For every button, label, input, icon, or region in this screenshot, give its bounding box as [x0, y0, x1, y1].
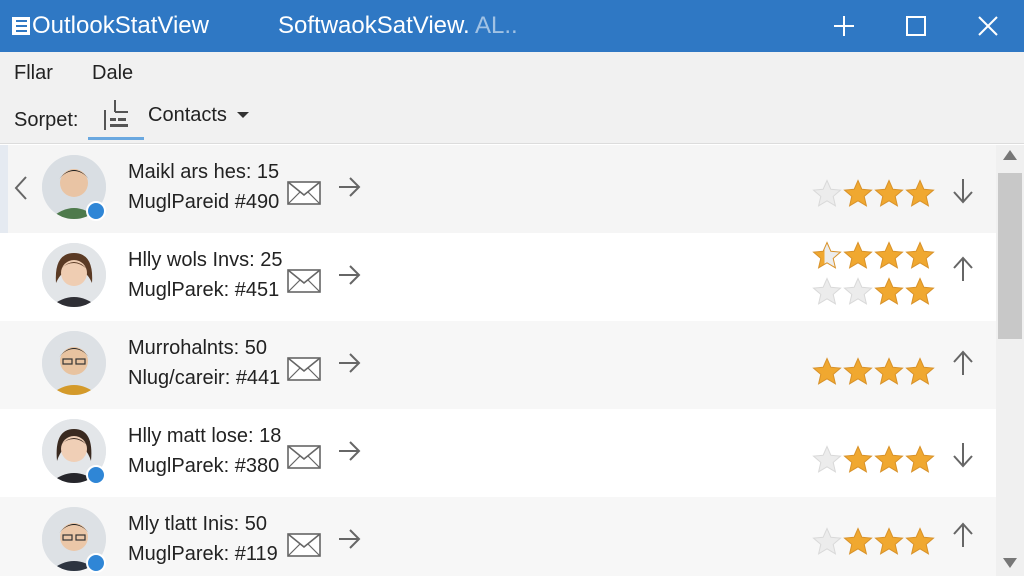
- star-icon: [874, 277, 904, 305]
- contact-detail: MuglParek: #380: [128, 455, 280, 477]
- contact-name: Hlly matt lose: 18: [128, 425, 282, 447]
- menu-item-date[interactable]: Dale: [92, 62, 133, 85]
- star-icon: [843, 277, 873, 305]
- contact-detail: MuglPareid #490: [128, 191, 280, 213]
- window-subtitle-text: SoftwaokSatView.: [278, 12, 470, 39]
- contact-name: Murrohalnts: 50: [128, 337, 267, 359]
- selection-indicator: [0, 145, 8, 233]
- star-icon: [843, 527, 873, 555]
- window-subtitle-faded: AL..: [475, 12, 518, 39]
- menu-bar: Fllar Dale: [0, 52, 1024, 92]
- maximize-icon: [906, 16, 926, 36]
- contact-row[interactable]: Mly tlatt Inis: 50 MuglParek: #119: [0, 497, 996, 576]
- arrow-up-icon: [953, 522, 973, 547]
- forward-icon[interactable]: [337, 351, 363, 375]
- star-icon: [812, 179, 842, 207]
- maximize-button[interactable]: [898, 8, 934, 44]
- forward-icon[interactable]: [337, 175, 363, 199]
- star-icon: [812, 357, 842, 385]
- toolbar: Sorpet: Contacts: [0, 92, 1024, 144]
- star-icon: [905, 445, 935, 473]
- star-icon: [812, 527, 842, 555]
- star-icon: [843, 445, 873, 473]
- contact-list: Maikl ars hes: 15 MuglPareid #490 Hlly w…: [0, 145, 996, 576]
- rating-stars: [812, 357, 936, 387]
- star-icon: [905, 357, 935, 385]
- star-icon: [843, 179, 873, 207]
- sort-button[interactable]: [88, 92, 144, 140]
- mail-icon[interactable]: [287, 181, 321, 205]
- scroll-up-icon[interactable]: [1002, 149, 1018, 161]
- mail-icon[interactable]: [287, 533, 321, 557]
- new-window-button[interactable]: [826, 8, 862, 44]
- vertical-scrollbar[interactable]: [996, 145, 1024, 576]
- chevron-down-icon: [236, 112, 249, 118]
- app-title-text: OutlookStatView: [32, 12, 209, 39]
- rating-stars: [812, 445, 936, 475]
- mail-icon[interactable]: [287, 445, 321, 469]
- title-bar: OutlookStatView SoftwaokSatView. AL..: [0, 0, 1024, 52]
- view-dropdown[interactable]: Contacts: [148, 99, 249, 131]
- avatar: [42, 331, 106, 395]
- presence-badge: [86, 465, 106, 485]
- rating-stars: [812, 179, 936, 209]
- contact-row[interactable]: Murrohalnts: 50 Nlug/careir: #441: [0, 321, 996, 409]
- arrow-down-icon: [953, 443, 973, 468]
- view-dropdown-value: Contacts: [148, 103, 227, 126]
- rating-stars: [812, 241, 936, 271]
- star-icon: [874, 241, 904, 269]
- forward-icon[interactable]: [337, 439, 363, 463]
- star-icon: [874, 527, 904, 555]
- contact-name: Maikl ars hes: 15: [128, 161, 280, 183]
- close-button[interactable]: [970, 8, 1006, 44]
- plus-icon: [834, 16, 854, 36]
- arrow-up-icon: [953, 256, 973, 281]
- presence-badge: [86, 553, 106, 573]
- mail-icon[interactable]: [287, 269, 321, 293]
- star-icon: [874, 357, 904, 385]
- close-icon: [978, 16, 998, 36]
- star-icon: [843, 241, 873, 269]
- forward-icon[interactable]: [337, 527, 363, 551]
- star-icon: [812, 277, 842, 305]
- star-icon: [812, 241, 842, 269]
- star-icon: [905, 241, 935, 269]
- rating-stars-secondary: [812, 277, 936, 307]
- contact-row[interactable]: Hlly wols Invs: 25 MuglParek: #451: [0, 233, 996, 321]
- presence-badge: [86, 201, 106, 221]
- contact-name: Hlly wols Invs: 25: [128, 249, 283, 271]
- star-icon: [843, 357, 873, 385]
- star-icon: [874, 179, 904, 207]
- contact-detail: Nlug/careir: #441: [128, 367, 281, 389]
- star-icon: [905, 277, 935, 305]
- arrow-up-icon: [953, 350, 973, 375]
- scrollbar-thumb[interactable]: [998, 173, 1022, 339]
- menu-item-file[interactable]: Fllar: [14, 62, 53, 85]
- rating-stars: [812, 527, 936, 557]
- contact-detail: MuglParek: #451: [128, 279, 280, 301]
- contact-detail: MuglParek: #119: [128, 543, 278, 565]
- star-icon: [874, 445, 904, 473]
- contact-name: Mly tlatt Inis: 50: [128, 513, 267, 535]
- star-icon: [905, 179, 935, 207]
- app-title: OutlookStatView: [12, 12, 209, 40]
- sort-icon: [104, 99, 128, 130]
- sort-label: Sorpet:: [14, 109, 79, 131]
- chevron-left-icon[interactable]: [12, 175, 30, 201]
- contact-row[interactable]: Hlly matt lose: 18 MuglParek: #380: [0, 409, 996, 497]
- star-icon: [905, 527, 935, 555]
- forward-icon[interactable]: [337, 263, 363, 287]
- contact-row[interactable]: Maikl ars hes: 15 MuglPareid #490: [0, 145, 996, 233]
- avatar: [42, 243, 106, 307]
- window-subtitle: SoftwaokSatView. AL..: [278, 12, 518, 40]
- mail-icon[interactable]: [287, 357, 321, 381]
- scroll-down-icon[interactable]: [1002, 557, 1018, 569]
- star-icon: [812, 445, 842, 473]
- arrow-down-icon: [953, 179, 973, 204]
- app-logo-icon: [12, 17, 30, 35]
